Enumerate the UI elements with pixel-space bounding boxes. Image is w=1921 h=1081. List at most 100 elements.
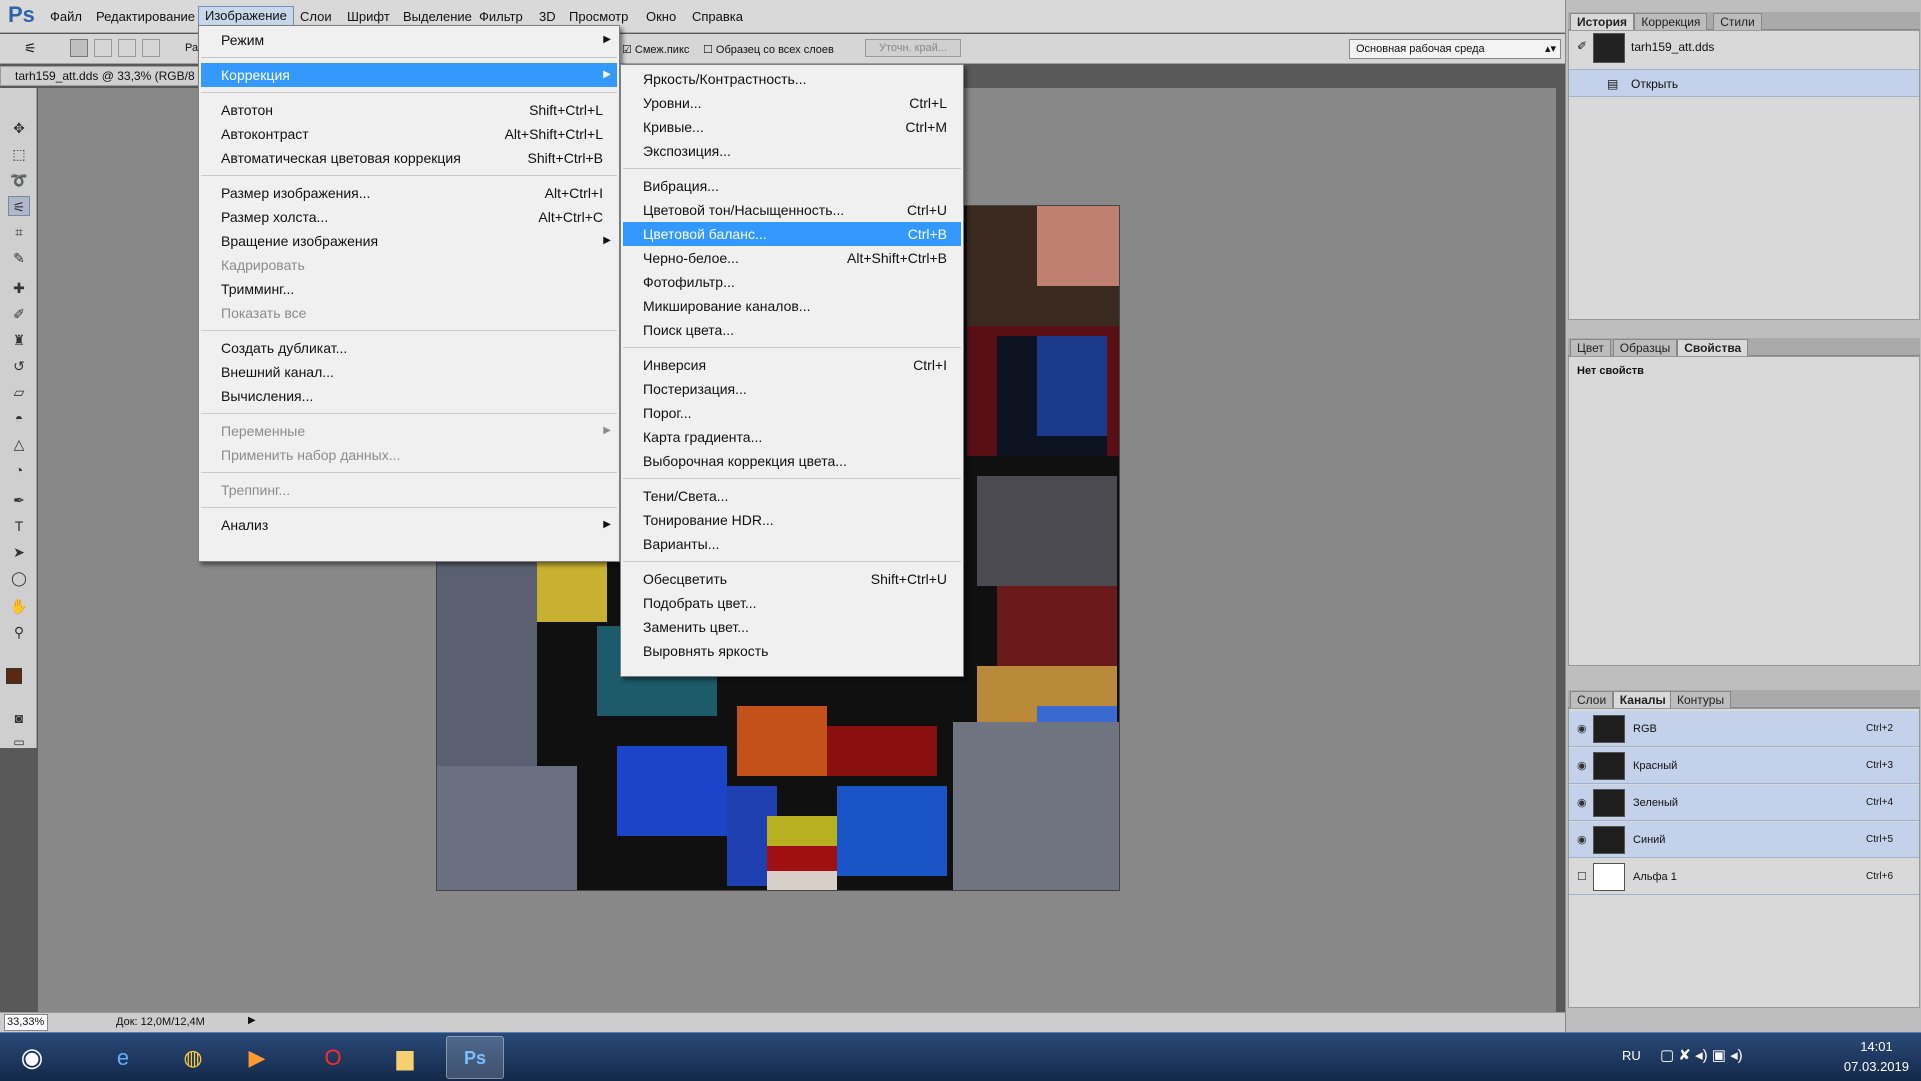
stamp-tool-icon[interactable]: ♜ [8, 330, 30, 350]
marquee-tool-icon[interactable]: ⬚ [8, 144, 30, 164]
workspace-select[interactable]: Основная рабочая среда ▴▾ [1349, 39, 1561, 59]
refine-edge-button[interactable]: Уточн. край... [865, 39, 961, 57]
opera-icon[interactable]: O [304, 1036, 362, 1079]
menu-item[interactable]: Заменить цвет... [623, 615, 961, 639]
type-tool-icon[interactable]: T [8, 516, 30, 536]
tray-icons[interactable]: ▢ ✘ ◂) ▣ ◂) [1660, 1046, 1743, 1064]
move-tool-icon[interactable]: ✥ [8, 118, 30, 138]
eye-icon[interactable]: ◉ [1577, 711, 1587, 747]
menu-item[interactable]: Тонирование HDR... [623, 508, 961, 532]
channel-row[interactable]: ◉ Зеленый Ctrl+4 [1569, 785, 1919, 821]
menu-item[interactable]: Карта градиента... [623, 425, 961, 449]
quick-mask-icon[interactable]: ◙ [8, 708, 30, 728]
clock[interactable]: 14:01 07.03.2019 [1844, 1037, 1909, 1077]
menu-10[interactable]: Справка [686, 8, 749, 28]
menu-item[interactable]: Режим ▶ [201, 28, 617, 52]
panel-tab-1[interactable]: Коррекция [1634, 13, 1708, 30]
history-brush-icon[interactable]: ↺ [8, 356, 30, 376]
history-snapshot[interactable]: tarh159_att.dds [1569, 33, 1919, 61]
menu-9[interactable]: Окно [640, 8, 682, 28]
menu-item[interactable]: Поиск цвета... [623, 318, 961, 342]
add-selection-icon[interactable] [94, 39, 112, 57]
menu-item[interactable]: Кривые... Ctrl+M [623, 115, 961, 139]
status-menu-arrow-icon[interactable]: ▶ [248, 1015, 256, 1026]
menu-item[interactable]: Размер изображения... Alt+Ctrl+I [201, 181, 617, 205]
menu-item[interactable]: Коррекция ▶ [201, 63, 617, 87]
panel-tab-2[interactable]: Свойства [1677, 339, 1749, 356]
menu-2[interactable]: Изображение [198, 6, 294, 26]
menu-item[interactable]: Тени/Света... [623, 484, 961, 508]
zoom-tool-icon[interactable]: ⚲ [8, 622, 30, 642]
crop-tool-icon[interactable]: ⌗ [8, 222, 30, 242]
zoom-field[interactable]: 33,33% [4, 1014, 48, 1031]
lasso-tool-icon[interactable]: ➰ [8, 170, 30, 190]
brush-tool-icon[interactable]: ✐ [8, 304, 30, 324]
dodge-tool-icon[interactable]: ◔ [8, 460, 30, 480]
menu-item[interactable]: Порог... [623, 401, 961, 425]
menu-item[interactable]: Обесцветить Shift+Ctrl+U [623, 567, 961, 591]
panel-tab-2[interactable]: Контуры [1670, 691, 1732, 708]
menu-item[interactable]: Микширование каналов... [623, 294, 961, 318]
eye-icon[interactable]: ◉ [1577, 822, 1587, 858]
panel-tab-2[interactable]: Стили [1713, 13, 1762, 30]
panel-tab-0[interactable]: История [1570, 13, 1635, 30]
menu-item[interactable]: Цветовой тон/Насыщенность... Ctrl+U [623, 198, 961, 222]
menu-item[interactable]: Постеризация... [623, 377, 961, 401]
menu-item[interactable]: Варианты... [623, 532, 961, 556]
menu-item[interactable]: Цветовой баланс... Ctrl+B [623, 222, 961, 246]
menu-item[interactable]: Инверсия Ctrl+I [623, 353, 961, 377]
menu-item[interactable]: Автоматическая цветовая коррекция Shift+C… [201, 146, 617, 170]
path-select-icon[interactable]: ➤ [8, 542, 30, 562]
screen-mode-icon[interactable]: ▭ [8, 732, 30, 752]
menu-item[interactable]: Выровнять яркость [623, 639, 961, 663]
intersect-selection-icon[interactable] [142, 39, 160, 57]
panel-tab-0[interactable]: Слои [1570, 691, 1614, 708]
explorer-folder-icon[interactable]: ▆ [376, 1036, 434, 1079]
menu-item[interactable]: Анализ ▶ [201, 513, 617, 537]
bucket-tool-icon[interactable]: ◓ [8, 408, 30, 428]
ellipse-tool-icon[interactable]: ◯ [8, 568, 30, 588]
menu-item[interactable]: Черно-белое... Alt+Shift+Ctrl+B [623, 246, 961, 270]
healing-tool-icon[interactable]: ✚ [8, 278, 30, 298]
menu-item[interactable]: Вращение изображения ▶ [201, 229, 617, 253]
history-step[interactable]: ▤ Открыть [1569, 69, 1919, 97]
language-indicator[interactable]: RU [1622, 1048, 1641, 1063]
foreground-color-swatch[interactable] [6, 668, 22, 684]
channel-row[interactable]: ☐ Альфа 1 Ctrl+6 [1569, 859, 1919, 895]
menu-item[interactable]: Тримминг... [201, 277, 617, 301]
menu-item[interactable]: Яркость/Контрастность... [623, 67, 961, 91]
menu-item[interactable]: Создать дубликат... [201, 336, 617, 360]
start-button[interactable]: ◉ [4, 1036, 60, 1079]
blur-tool-icon[interactable]: △ [8, 434, 30, 454]
menu-item[interactable]: Автотон Shift+Ctrl+L [201, 98, 617, 122]
sample-all-checkbox[interactable]: ☐ Образец со всех слоев [703, 43, 834, 56]
menu-item[interactable]: Экспозиция... [623, 139, 961, 163]
media-player-icon[interactable]: ▶ [228, 1036, 286, 1079]
new-selection-icon[interactable] [70, 39, 88, 57]
menu-item[interactable]: Фотофильтр... [623, 270, 961, 294]
channel-row[interactable]: ◉ Красный Ctrl+3 [1569, 748, 1919, 784]
menu-item[interactable]: Автоконтраст Alt+Shift+Ctrl+L [201, 122, 617, 146]
menu-item[interactable]: Вибрация... [623, 174, 961, 198]
menu-item[interactable]: Выборочная коррекция цвета... [623, 449, 961, 473]
menu-item[interactable]: Внешний канал... [201, 360, 617, 384]
subtract-selection-icon[interactable] [118, 39, 136, 57]
quick-select-icon[interactable]: ⚟ [24, 40, 37, 57]
eye-icon[interactable]: ◉ [1577, 785, 1587, 821]
chrome-icon[interactable]: ◍ [164, 1036, 222, 1079]
panel-tab-1[interactable]: Образцы [1612, 339, 1678, 356]
menu-item[interactable]: Подобрать цвет... [623, 591, 961, 615]
channel-row[interactable]: ◉ Синий Ctrl+5 [1569, 822, 1919, 858]
menu-item[interactable]: Уровни... Ctrl+L [623, 91, 961, 115]
menu-item[interactable]: Вычисления... [201, 384, 617, 408]
eraser-tool-icon[interactable]: ▱ [8, 382, 30, 402]
menu-0[interactable]: Файл [44, 8, 88, 28]
eye-icon[interactable]: ◉ [1577, 748, 1587, 784]
quick-select-tool-icon[interactable]: ⚟ [8, 196, 30, 216]
contiguous-checkbox[interactable]: ☑ Смеж.пикс [622, 43, 689, 56]
panel-tab-0[interactable]: Цвет [1570, 339, 1611, 356]
menu-item[interactable]: Размер холста... Alt+Ctrl+C [201, 205, 617, 229]
hand-tool-icon[interactable]: ✋ [8, 596, 30, 616]
document-tab[interactable]: tarh159_att.dds @ 33,3% (RGB/8 [0, 66, 200, 86]
eyedropper-tool-icon[interactable]: ✎ [8, 248, 30, 268]
